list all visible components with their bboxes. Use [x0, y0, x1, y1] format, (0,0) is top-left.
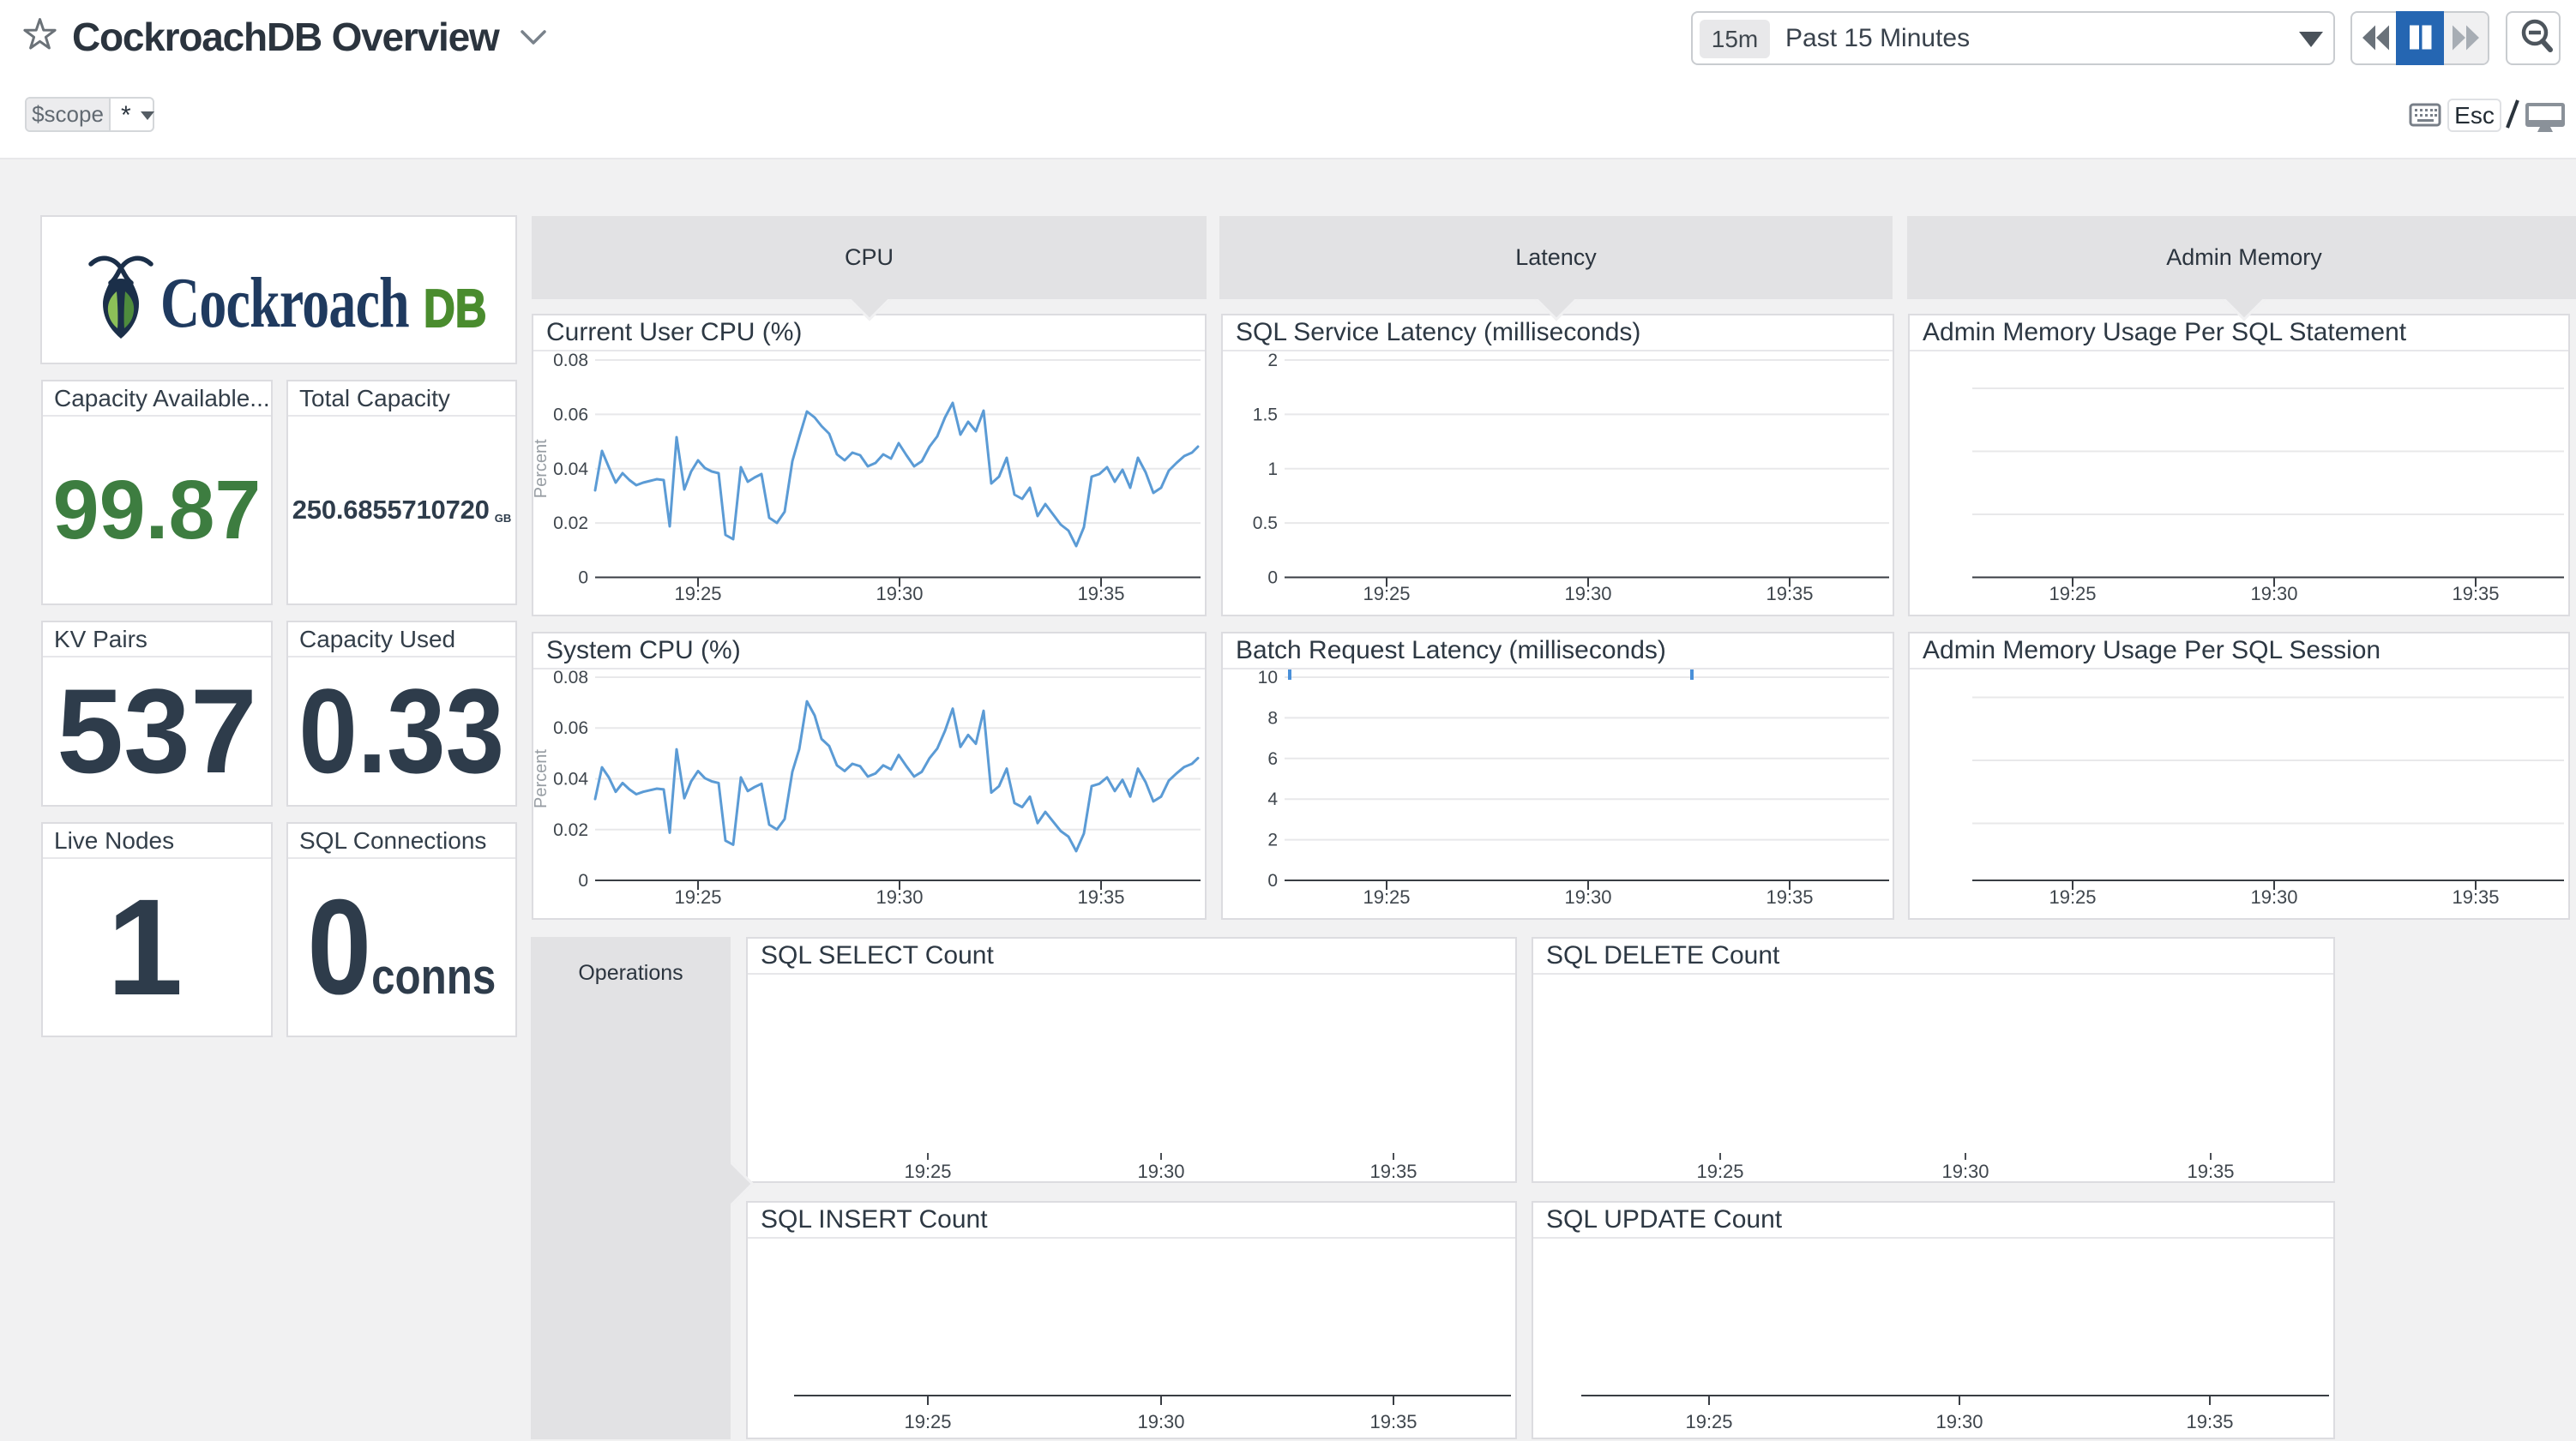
svg-text:19:30: 19:30	[1564, 583, 1611, 604]
svg-text:0: 0	[578, 568, 588, 588]
svg-text:19:35: 19:35	[2452, 583, 2499, 604]
svg-text:2: 2	[1267, 351, 1278, 370]
svg-text:1: 1	[1267, 459, 1278, 479]
svg-text:19:30: 19:30	[1935, 1411, 1983, 1432]
svg-text:0.04: 0.04	[553, 459, 588, 479]
svg-text:19:35: 19:35	[1369, 1411, 1417, 1432]
svg-text:19:25: 19:25	[1696, 1161, 1743, 1181]
svg-text:19:25: 19:25	[2049, 886, 2096, 908]
svg-text:19:25: 19:25	[674, 583, 721, 604]
svg-text:0.08: 0.08	[553, 669, 588, 687]
svg-text:6: 6	[1267, 749, 1278, 769]
svg-text:19:35: 19:35	[1766, 583, 1813, 604]
svg-text:19:25: 19:25	[1685, 1411, 1732, 1432]
svg-text:1.5: 1.5	[1253, 405, 1278, 424]
svg-text:19:30: 19:30	[1941, 1161, 1989, 1181]
svg-text:19:35: 19:35	[1077, 886, 1124, 908]
svg-text:19:30: 19:30	[876, 583, 923, 604]
svg-text:Percent: Percent	[533, 749, 551, 808]
svg-text:19:25: 19:25	[1363, 583, 1410, 604]
svg-text:19:30: 19:30	[876, 886, 923, 908]
svg-text:0.04: 0.04	[553, 770, 588, 790]
svg-text:19:35: 19:35	[1077, 583, 1124, 604]
svg-text:19:35: 19:35	[1369, 1161, 1417, 1181]
svg-text:10: 10	[1258, 669, 1278, 687]
svg-text:0: 0	[1267, 568, 1278, 588]
svg-text:19:30: 19:30	[1137, 1161, 1184, 1181]
svg-text:19:25: 19:25	[2049, 583, 2096, 604]
svg-text:Percent: Percent	[533, 439, 551, 498]
svg-text:19:30: 19:30	[2250, 886, 2297, 908]
svg-text:2: 2	[1267, 831, 1278, 850]
svg-text:19:25: 19:25	[674, 886, 721, 908]
svg-text:19:30: 19:30	[1564, 886, 1611, 908]
svg-text:0: 0	[1267, 871, 1278, 891]
svg-text:8: 8	[1267, 708, 1278, 728]
svg-text:19:25: 19:25	[1363, 886, 1410, 908]
svg-text:0.02: 0.02	[553, 820, 588, 840]
svg-text:0.02: 0.02	[553, 513, 588, 533]
svg-text:19:35: 19:35	[2186, 1411, 2233, 1432]
svg-text:0.08: 0.08	[553, 351, 588, 370]
svg-text:19:35: 19:35	[2187, 1161, 2234, 1181]
svg-text:0.06: 0.06	[553, 405, 588, 424]
svg-text:4: 4	[1267, 790, 1278, 809]
svg-text:19:25: 19:25	[904, 1161, 951, 1181]
svg-text:0: 0	[578, 871, 588, 891]
svg-text:19:30: 19:30	[1137, 1411, 1184, 1432]
svg-text:19:35: 19:35	[1766, 886, 1813, 908]
svg-text:0.5: 0.5	[1253, 513, 1278, 533]
svg-text:19:35: 19:35	[2452, 886, 2499, 908]
svg-text:19:25: 19:25	[904, 1411, 951, 1432]
svg-text:0.06: 0.06	[553, 718, 588, 738]
svg-text:19:30: 19:30	[2250, 583, 2297, 604]
